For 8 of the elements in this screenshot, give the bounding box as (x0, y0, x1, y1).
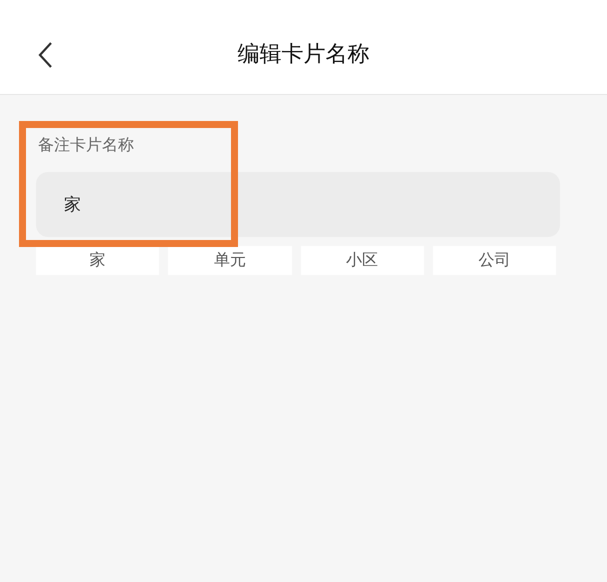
suggestion-chip[interactable]: 小区 (300, 246, 424, 275)
back-icon (37, 41, 53, 69)
suggestion-chip[interactable]: 公司 (432, 246, 556, 275)
suggestion-chip[interactable]: 单元 (168, 246, 292, 275)
page-title: 编辑卡片名称 (238, 41, 370, 69)
field-label: 备注卡片名称 (38, 135, 135, 156)
suggestion-chip[interactable]: 家 (36, 246, 160, 275)
name-input-field[interactable]: 家 (36, 172, 560, 237)
